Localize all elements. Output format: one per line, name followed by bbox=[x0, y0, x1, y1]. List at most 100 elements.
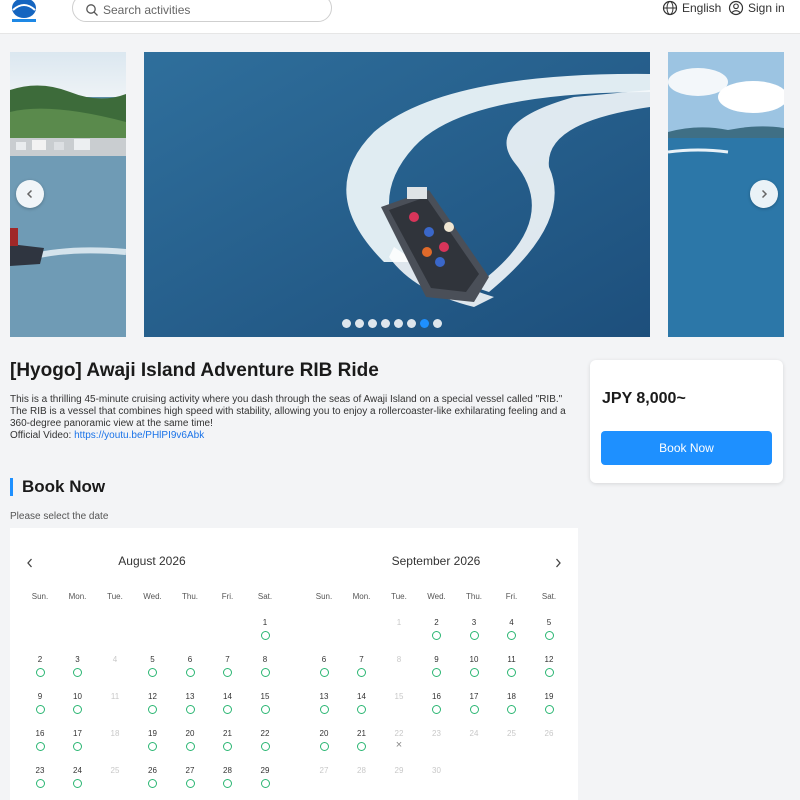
calendar-day[interactable]: 10 bbox=[456, 655, 492, 685]
calendar-day[interactable]: 2 bbox=[419, 618, 455, 648]
carousel-dot[interactable] bbox=[381, 319, 390, 328]
calendar-day[interactable]: 21 bbox=[210, 729, 246, 759]
carousel-dot[interactable] bbox=[355, 319, 364, 328]
search-bar[interactable]: Search activities bbox=[72, 0, 332, 22]
calendar-day[interactable]: 21 bbox=[344, 729, 380, 759]
day-number: 16 bbox=[432, 692, 441, 701]
calendar-day[interactable]: 24 bbox=[60, 766, 96, 796]
weekday-label: Tue. bbox=[107, 592, 123, 601]
available-circle-icon bbox=[73, 779, 82, 788]
calendar-day[interactable]: 13 bbox=[172, 692, 208, 722]
calendar-day[interactable]: 6 bbox=[172, 655, 208, 685]
book-now-button[interactable]: Book Now bbox=[601, 431, 772, 465]
calendar-day[interactable]: 20 bbox=[306, 729, 342, 759]
available-circle-icon bbox=[148, 705, 157, 714]
available-circle-icon bbox=[357, 668, 366, 677]
day-number: 12 bbox=[544, 655, 554, 664]
calendar-day[interactable]: 28 bbox=[210, 766, 246, 796]
globe-icon bbox=[662, 0, 678, 16]
available-circle-icon bbox=[260, 631, 270, 640]
calendar-day[interactable]: 6 bbox=[306, 655, 342, 685]
day-number: 18 bbox=[110, 729, 120, 738]
calendar-day[interactable]: 5 bbox=[135, 655, 171, 685]
carousel-dot[interactable] bbox=[407, 319, 416, 328]
calendar-day[interactable]: 4 bbox=[494, 618, 530, 648]
available-circle-icon bbox=[260, 668, 270, 677]
calendar-day[interactable]: 5 bbox=[531, 618, 567, 648]
available-circle-icon bbox=[148, 668, 157, 677]
available-circle-icon bbox=[223, 668, 232, 677]
month-title: August 2026 bbox=[118, 554, 186, 568]
calendar-day[interactable]: 8 bbox=[247, 655, 283, 685]
calendar-day[interactable]: 7 bbox=[210, 655, 246, 685]
carousel-dot[interactable] bbox=[433, 319, 442, 328]
activity-description: This is a thrilling 45-minute cruising a… bbox=[10, 394, 580, 442]
available-circle-icon bbox=[35, 742, 45, 751]
calendar-day[interactable]: 23 bbox=[22, 766, 58, 796]
calendar-day[interactable]: 13 bbox=[306, 692, 342, 722]
calendar-day[interactable]: 18 bbox=[494, 692, 530, 722]
calendar-day[interactable]: 20 bbox=[172, 729, 208, 759]
calendar-day: 25 bbox=[97, 766, 133, 796]
day-number: 10 bbox=[469, 655, 479, 664]
day-number: 28 bbox=[357, 766, 366, 775]
video-link[interactable]: https://youtu.be/PHlPI9v6Abk bbox=[74, 430, 204, 441]
available-circle-icon bbox=[432, 631, 441, 640]
chevron-left-icon bbox=[26, 189, 33, 199]
day-number: 26 bbox=[544, 729, 554, 738]
calendar-day[interactable]: 22 bbox=[247, 729, 283, 759]
carousel-dot[interactable] bbox=[342, 319, 351, 328]
carousel-prev-button[interactable] bbox=[16, 180, 44, 208]
calendar-day[interactable]: 16 bbox=[419, 692, 455, 722]
weekday-label: Wed. bbox=[427, 592, 446, 601]
calendar-day[interactable]: 16 bbox=[22, 729, 58, 759]
weekday-label: Sat. bbox=[541, 592, 557, 601]
calendar-day[interactable]: 11 bbox=[494, 655, 530, 685]
calendar-day[interactable]: 1 bbox=[247, 618, 283, 648]
search-input[interactable]: Search activities bbox=[103, 3, 190, 17]
booking-calendar: August 2026 Sun. Mon. Tue. Wed. Thu. Fri. Sat.… bbox=[10, 528, 578, 800]
day-number: 7 bbox=[225, 655, 230, 664]
calendar-day[interactable]: 14 bbox=[210, 692, 246, 722]
carousel-dot[interactable] bbox=[368, 319, 377, 328]
calendar-day[interactable]: 17 bbox=[456, 692, 492, 722]
logo[interactable] bbox=[8, 0, 40, 26]
calendar-day[interactable]: 17 bbox=[60, 729, 96, 759]
carousel-slide-current[interactable] bbox=[144, 52, 650, 337]
calendar-day[interactable]: 3 bbox=[456, 618, 492, 648]
available-circle-icon bbox=[223, 742, 232, 751]
available-circle-icon bbox=[185, 742, 195, 751]
available-circle-icon bbox=[148, 742, 157, 751]
calendar-day[interactable]: 10 bbox=[60, 692, 96, 722]
day-number: 8 bbox=[396, 655, 402, 664]
calendar-day[interactable]: 14 bbox=[344, 692, 380, 722]
day-number: 20 bbox=[319, 729, 329, 738]
calendar-day[interactable]: 27 bbox=[172, 766, 208, 796]
calendar-day[interactable]: 9 bbox=[419, 655, 455, 685]
calendar-day[interactable]: 19 bbox=[135, 729, 171, 759]
weekday-label: Tue. bbox=[391, 592, 407, 601]
calendar-day[interactable]: 15 bbox=[247, 692, 283, 722]
available-circle-icon bbox=[185, 779, 195, 788]
calendar-day[interactable]: 26 bbox=[135, 766, 171, 796]
calendar-day: 22 × bbox=[381, 729, 417, 759]
day-number: 21 bbox=[357, 729, 366, 738]
calendar-day[interactable]: 9 bbox=[22, 692, 58, 722]
calendar-day[interactable]: 19 bbox=[531, 692, 567, 722]
language-selector[interactable]: English bbox=[662, 0, 721, 16]
available-circle-icon bbox=[73, 705, 82, 714]
carousel-dot[interactable] bbox=[394, 319, 403, 328]
carousel-dot[interactable] bbox=[420, 319, 429, 328]
calendar-day[interactable]: 12 bbox=[135, 692, 171, 722]
calendar-day[interactable]: 2 bbox=[22, 655, 58, 685]
calendar-day[interactable]: 29 bbox=[247, 766, 283, 796]
calendar-day[interactable]: 3 bbox=[60, 655, 96, 685]
calendar-day[interactable]: 12 bbox=[531, 655, 567, 685]
available-circle-icon bbox=[544, 668, 554, 677]
calendar-day[interactable]: 7 bbox=[344, 655, 380, 685]
day-number: 14 bbox=[223, 692, 232, 701]
signin-link[interactable]: Sign in bbox=[728, 0, 785, 16]
carousel-next-button[interactable] bbox=[750, 180, 778, 208]
available-circle-icon bbox=[73, 742, 82, 751]
day-number: 15 bbox=[394, 692, 404, 701]
